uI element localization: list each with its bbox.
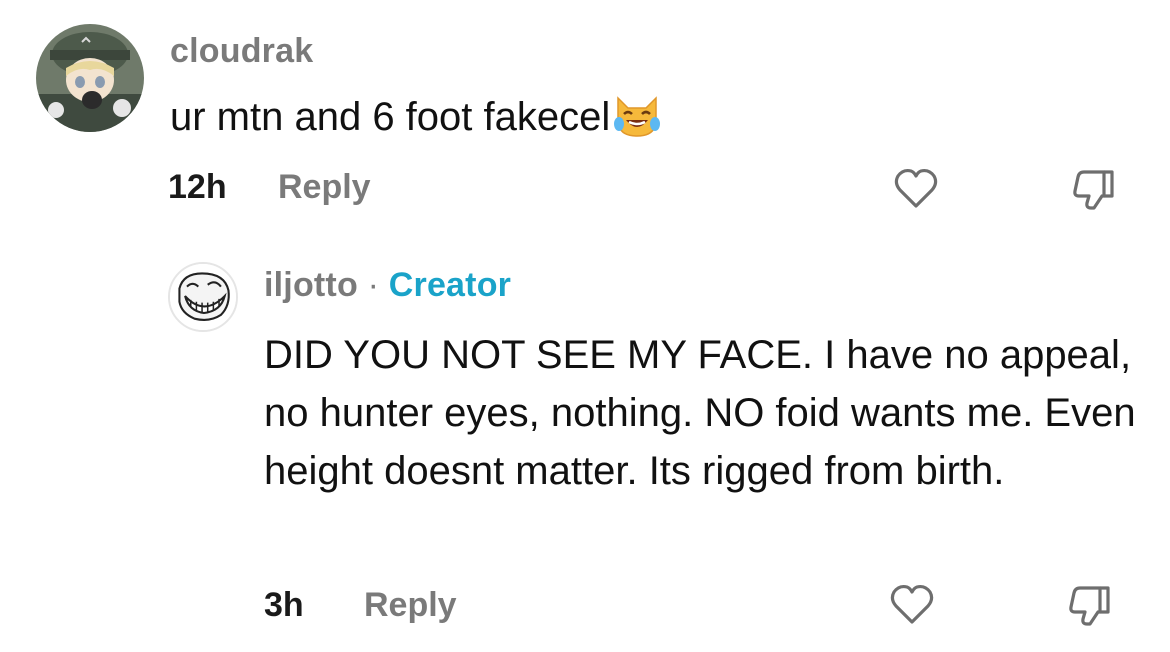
crying-laughing-cat-emoji bbox=[612, 90, 662, 140]
comment-username: iljotto · Creator bbox=[264, 266, 511, 305]
comment-text: ur mtn and 6 foot fakecel bbox=[170, 88, 1130, 146]
thumbs-down-icon[interactable] bbox=[1070, 166, 1118, 210]
avatar[interactable] bbox=[168, 262, 238, 332]
reply-button[interactable]: Reply bbox=[278, 168, 371, 207]
reply-username[interactable]: iljotto bbox=[264, 266, 358, 304]
heart-icon[interactable] bbox=[888, 582, 936, 626]
separator-dot: · bbox=[367, 266, 380, 304]
reply-button[interactable]: Reply bbox=[364, 586, 457, 625]
avatar[interactable] bbox=[36, 24, 144, 132]
comment-username[interactable]: cloudrak bbox=[170, 32, 313, 71]
comment-timestamp: 12h bbox=[168, 168, 227, 206]
comment-timestamp: 3h bbox=[264, 586, 304, 624]
comment-text-body: ur mtn and 6 foot fakecel bbox=[170, 95, 611, 139]
creator-badge: Creator bbox=[388, 266, 512, 304]
heart-icon[interactable] bbox=[892, 166, 940, 210]
thumbs-down-icon[interactable] bbox=[1066, 582, 1114, 626]
comment-text: DID YOU NOT SEE MY FACE. I have no appea… bbox=[264, 333, 1136, 493]
